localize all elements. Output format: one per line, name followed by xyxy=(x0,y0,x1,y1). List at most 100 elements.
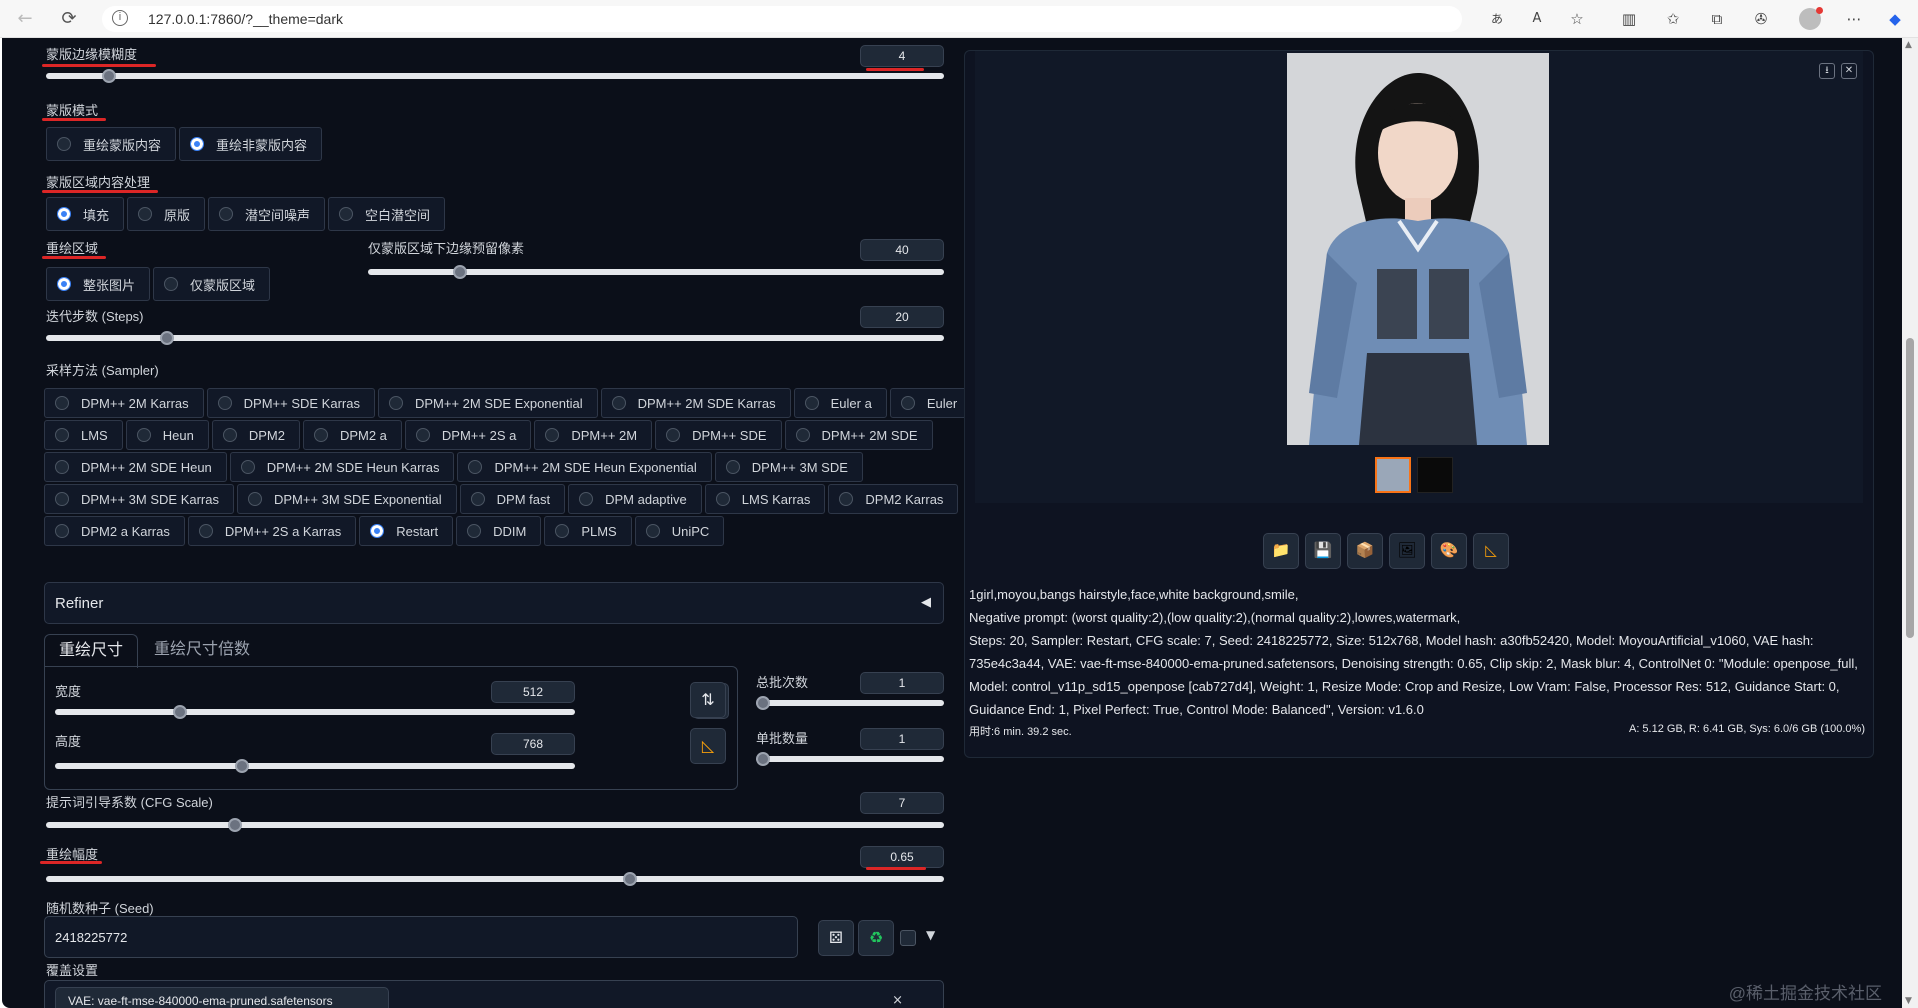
slider-knob[interactable] xyxy=(101,69,116,83)
sampler-option[interactable]: DPM2 a xyxy=(302,420,402,450)
extensions-icon[interactable]: ✇ xyxy=(1750,8,1772,30)
radio-dot[interactable] xyxy=(55,492,69,506)
steps-slider[interactable] xyxy=(46,331,944,345)
folder-icon[interactable]: 📁 xyxy=(1263,533,1299,569)
sampler-option[interactable]: DPM2 xyxy=(211,420,300,450)
sampler-option[interactable]: DPM++ 2M xyxy=(534,420,653,450)
sampler-option[interactable]: DPM fast xyxy=(459,484,566,514)
padding-input[interactable]: 40 xyxy=(860,239,944,261)
profile-avatar[interactable] xyxy=(1799,7,1823,30)
reload-icon[interactable]: ⟳ xyxy=(58,8,80,30)
height-slider[interactable] xyxy=(55,759,575,773)
send-to-inpaint-palette-icon[interactable]: 🎨 xyxy=(1431,533,1467,569)
close-icon[interactable]: ✕ xyxy=(1841,63,1857,79)
sampler-option[interactable]: Euler xyxy=(889,388,973,418)
radio-dot[interactable] xyxy=(55,460,69,474)
slider-knob[interactable] xyxy=(756,696,770,710)
copilot-icon[interactable]: ◆ xyxy=(1884,8,1906,30)
batch-count-input[interactable]: 1 xyxy=(860,672,944,694)
sampler-option[interactable]: DPM++ 3M SDE xyxy=(714,452,863,482)
radio-dot[interactable] xyxy=(248,492,262,506)
radio-dot[interactable] xyxy=(313,428,328,442)
thumbnail-pose-map[interactable] xyxy=(1417,457,1453,493)
thumbnail-result[interactable] xyxy=(1375,457,1411,493)
refiner-accordion[interactable]: Refiner ◀ xyxy=(44,582,944,624)
radio-dot[interactable] xyxy=(57,137,71,151)
zip-archive-icon[interactable]: 📦 xyxy=(1347,533,1383,569)
scroll-up-icon[interactable]: ▲ xyxy=(1905,40,1912,50)
batch-size-slider[interactable] xyxy=(756,752,944,766)
swap-icon[interactable]: ⇅ xyxy=(690,682,726,718)
send-to-extras-ruler-icon[interactable]: ◺ xyxy=(1473,533,1509,569)
clear-close-icon[interactable]: × xyxy=(892,993,903,1008)
slider-knob[interactable] xyxy=(622,872,637,886)
radio-dot[interactable] xyxy=(579,492,594,506)
radio-dot[interactable] xyxy=(370,524,385,538)
page-scrollbar[interactable]: ▲ ▼ xyxy=(1902,38,1918,1008)
split-screen-icon[interactable]: ▥ xyxy=(1618,8,1640,30)
tab-resize-by[interactable]: 重绘尺寸倍数 xyxy=(140,634,264,668)
masked-content-option[interactable]: 填充 xyxy=(46,197,125,231)
seed-input[interactable]: 2418225772 xyxy=(44,916,798,958)
radio-dot[interactable] xyxy=(795,428,810,442)
radio-dot[interactable] xyxy=(217,396,232,410)
radio-dot[interactable] xyxy=(190,137,205,151)
favorites-icon[interactable]: ✩ xyxy=(1662,8,1684,30)
sampler-option[interactable]: DPM2 a Karras xyxy=(44,516,185,546)
slider-knob[interactable] xyxy=(172,705,187,719)
sampler-option[interactable]: Heun xyxy=(125,420,209,450)
width-slider[interactable] xyxy=(55,705,575,719)
radio-dot[interactable] xyxy=(839,492,854,506)
translate-icon[interactable]: あ xyxy=(1486,8,1508,30)
scrollbar-thumb[interactable] xyxy=(1906,338,1914,638)
sampler-option[interactable]: UniPC xyxy=(634,516,725,546)
sampler-option[interactable]: Euler a xyxy=(793,388,887,418)
scroll-down-icon[interactable]: ▼ xyxy=(1905,996,1912,1006)
radio-dot[interactable] xyxy=(55,396,69,410)
radio-dot[interactable] xyxy=(339,207,354,221)
radio-dot[interactable] xyxy=(415,428,430,442)
tab-resize-to[interactable]: 重绘尺寸 xyxy=(44,634,139,668)
extra-seed-checkbox[interactable] xyxy=(900,930,916,946)
collections-icon[interactable]: ⧉ xyxy=(1706,8,1728,30)
sampler-option[interactable]: LMS xyxy=(44,420,123,450)
mask-mode-option[interactable]: 重绘蒙版内容 xyxy=(46,127,177,161)
sampler-option[interactable]: DPM++ 3M SDE Karras xyxy=(44,484,234,514)
inpaint-area-option[interactable]: 仅蒙版区域 xyxy=(153,267,271,301)
radio-dot[interactable] xyxy=(222,428,237,442)
random-seed-dice-icon[interactable]: ⚄ xyxy=(818,920,854,956)
sampler-option[interactable]: DPM2 Karras xyxy=(828,484,959,514)
ruler-icon[interactable]: ◺ xyxy=(690,728,726,764)
radio-dot[interactable] xyxy=(55,524,69,538)
sampler-option[interactable]: DPM++ 2M SDE Heun Karras xyxy=(229,452,455,482)
slider-knob[interactable] xyxy=(227,818,242,832)
radio-dot[interactable] xyxy=(900,396,915,410)
batch-size-input[interactable]: 1 xyxy=(860,728,944,750)
sampler-option[interactable]: DDIM xyxy=(456,516,542,546)
override-settings-box[interactable]: VAE: vae-ft-mse-840000-ema-pruned.safete… xyxy=(44,980,944,1008)
inpaint-area-option[interactable]: 整张图片 xyxy=(46,267,151,301)
mask-blur-input[interactable]: 4 xyxy=(860,45,944,67)
radio-dot[interactable] xyxy=(136,428,151,442)
radio-dot[interactable] xyxy=(219,207,234,221)
radio-dot[interactable] xyxy=(715,492,730,506)
height-input[interactable]: 768 xyxy=(491,733,575,755)
radio-dot[interactable] xyxy=(198,524,213,538)
mask-blur-slider[interactable] xyxy=(46,69,944,83)
sampler-option[interactable]: DPM++ 2S a Karras xyxy=(187,516,357,546)
radio-dot[interactable] xyxy=(545,428,560,442)
sampler-option[interactable]: DPM++ 2M SDE Heun xyxy=(44,452,227,482)
cfg-slider[interactable] xyxy=(46,818,944,832)
sampler-option[interactable]: DPM++ SDE xyxy=(655,420,782,450)
sampler-option[interactable]: DPM++ 2M Karras xyxy=(44,388,204,418)
radio-dot[interactable] xyxy=(645,524,660,538)
width-input[interactable]: 512 xyxy=(491,681,575,703)
radio-dot[interactable] xyxy=(388,396,403,410)
sampler-option[interactable]: DPM++ 2M SDE Karras xyxy=(600,388,791,418)
sampler-option[interactable]: DPM++ 2S a xyxy=(404,420,532,450)
slider-knob[interactable] xyxy=(160,331,175,345)
radio-dot[interactable] xyxy=(138,207,153,221)
dropdown-triangle-icon[interactable]: ▼ xyxy=(926,928,935,942)
back-icon[interactable]: ← xyxy=(14,8,36,30)
masked-content-option[interactable]: 原版 xyxy=(127,197,206,231)
